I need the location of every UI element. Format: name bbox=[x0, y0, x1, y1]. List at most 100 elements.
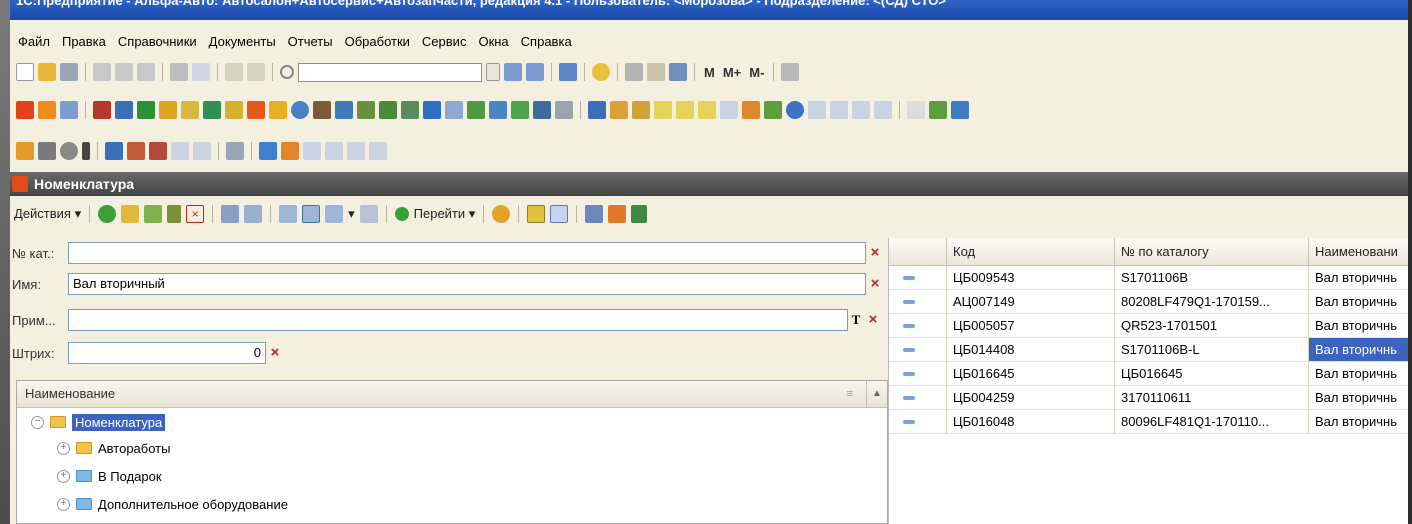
help-icon[interactable] bbox=[492, 205, 511, 223]
cut-icon[interactable] bbox=[93, 63, 111, 81]
column-header-icon[interactable] bbox=[889, 238, 947, 266]
toolbar-waybill3-icon[interactable] bbox=[874, 101, 892, 119]
toolbar-waybill-icon[interactable] bbox=[830, 101, 848, 119]
toolbar-tree-icon[interactable] bbox=[379, 101, 397, 119]
table-row[interactable]: ЦБ016048 80096LF481Q1-170110... Вал втор… bbox=[889, 410, 1408, 434]
list-view-icon[interactable] bbox=[585, 205, 604, 223]
menu-edit[interactable]: Правка bbox=[62, 34, 106, 49]
search-input[interactable] bbox=[298, 62, 482, 82]
table-row[interactable]: АЦ007149 80208LF479Q1-170159... Вал втор… bbox=[889, 290, 1408, 314]
toolbar-stamp-icon[interactable] bbox=[203, 101, 221, 119]
toolbar-arrow-icon[interactable] bbox=[259, 142, 277, 160]
toolbar-table-icon[interactable] bbox=[555, 101, 573, 119]
toolbar-register-icon[interactable] bbox=[226, 142, 244, 160]
toolbar-team-icon[interactable] bbox=[335, 101, 353, 119]
catalog-number-clear-button[interactable]: × bbox=[866, 243, 884, 263]
toolbar-chart-icon[interactable] bbox=[511, 101, 529, 119]
toolbar-journal-icon[interactable] bbox=[247, 101, 265, 119]
table-row[interactable]: ЦБ016645 ЦБ016645 Вал вторичнь bbox=[889, 362, 1408, 386]
toolbar-schet-icon[interactable] bbox=[303, 142, 321, 160]
toolbar-naklad-icon[interactable] bbox=[171, 142, 189, 160]
add-icon[interactable] bbox=[98, 205, 117, 223]
tree-node[interactable]: + Автоработы bbox=[57, 437, 170, 459]
up-level-icon[interactable] bbox=[244, 205, 263, 223]
toolbar-person-icon[interactable] bbox=[610, 101, 628, 119]
toolbar-gear-icon[interactable] bbox=[60, 142, 78, 160]
toolbar-arrival2-icon[interactable] bbox=[281, 142, 299, 160]
table-row[interactable]: ЦБ004259 3170110611 Вал вторичнь bbox=[889, 386, 1408, 410]
toolbar-user-icon[interactable] bbox=[313, 101, 331, 119]
note-type-button[interactable]: T bbox=[848, 310, 864, 330]
column-header-catalog[interactable]: № по каталогу bbox=[1115, 238, 1309, 266]
filter-dropdown-arrow[interactable]: ▾ bbox=[348, 206, 355, 222]
note-clear-button[interactable]: × bbox=[864, 310, 882, 330]
barcode-clear-button[interactable]: × bbox=[266, 343, 284, 363]
toolbar-pin-icon[interactable] bbox=[82, 142, 90, 160]
copy-icon[interactable] bbox=[115, 63, 133, 81]
toolbar-book-icon[interactable] bbox=[137, 101, 155, 119]
toolbar-dollar-icon[interactable] bbox=[225, 101, 243, 119]
catalog-number-input[interactable] bbox=[68, 242, 866, 264]
menu-processing[interactable]: Обработки bbox=[345, 34, 410, 49]
memory-plus-button[interactable]: M+ bbox=[723, 65, 741, 80]
add-group-icon[interactable] bbox=[121, 205, 140, 223]
expand-icon[interactable]: + bbox=[57, 497, 70, 511]
toolbar-naklad2-icon[interactable] bbox=[193, 142, 211, 160]
toolbar-doc-icon[interactable] bbox=[38, 101, 56, 119]
window-titlebar[interactable]: 1С:Предприятие - Альфа-Авто: Автосалон+А… bbox=[10, 0, 1408, 20]
goto-menu-button[interactable]: Перейти ▾ bbox=[414, 206, 476, 222]
toolbar-report-icon[interactable] bbox=[907, 101, 925, 119]
tree-view-icon[interactable] bbox=[527, 205, 546, 223]
toolbar-people2-icon[interactable] bbox=[588, 101, 606, 119]
toolbar-app-icon[interactable] bbox=[16, 101, 34, 119]
menu-file[interactable]: Файл bbox=[18, 34, 50, 49]
expand-icon[interactable]: + bbox=[57, 441, 70, 455]
toolbar-naklad5-icon[interactable] bbox=[369, 142, 387, 160]
tree-node[interactable]: + В Подарок bbox=[57, 465, 162, 487]
memory-minus-button[interactable]: M- bbox=[749, 65, 764, 80]
actions-menu-button[interactable]: Действия ▾ bbox=[14, 206, 81, 222]
copy-window-icon[interactable] bbox=[608, 205, 627, 223]
toolbar-tools2-icon[interactable] bbox=[127, 142, 145, 160]
new-icon[interactable] bbox=[16, 63, 34, 81]
toolbar-monitor-icon[interactable] bbox=[423, 101, 441, 119]
tree-node[interactable]: + Дополнительное оборудование bbox=[57, 493, 288, 515]
help-icon[interactable] bbox=[592, 63, 610, 81]
find-next-icon[interactable] bbox=[504, 63, 522, 81]
filter-icon[interactable] bbox=[279, 205, 298, 223]
calendar-icon[interactable] bbox=[647, 63, 665, 81]
toolbar-invoice2-icon[interactable] bbox=[808, 101, 826, 119]
percent-icon[interactable] bbox=[550, 205, 569, 223]
column-header-code[interactable]: Код bbox=[947, 238, 1115, 266]
toolbar-arrival-icon[interactable] bbox=[742, 101, 760, 119]
tools-icon[interactable] bbox=[781, 63, 800, 81]
toolbar-grid-icon[interactable] bbox=[929, 101, 947, 119]
toolbar-naklad4-icon[interactable] bbox=[347, 142, 365, 160]
price-icon[interactable] bbox=[631, 205, 648, 223]
toolbar-bank-icon[interactable] bbox=[93, 101, 111, 119]
back-icon[interactable] bbox=[225, 63, 243, 81]
delete-icon[interactable]: × bbox=[186, 205, 205, 223]
memory-m-button[interactable]: M bbox=[704, 65, 715, 80]
print-icon[interactable] bbox=[170, 63, 188, 81]
name-input[interactable]: Вал вторичный bbox=[68, 273, 866, 295]
menu-windows[interactable]: Окна bbox=[478, 34, 508, 49]
menu-help[interactable]: Справка bbox=[521, 34, 572, 49]
windows-icon[interactable] bbox=[559, 63, 577, 81]
toolbar-waybill2-icon[interactable] bbox=[852, 101, 870, 119]
clear-filter-icon[interactable] bbox=[359, 205, 378, 223]
toolbar-people-icon[interactable] bbox=[159, 101, 177, 119]
toolbar-bell-icon[interactable] bbox=[16, 142, 34, 160]
table-row-selected[interactable]: ЦБ014408 S1701106B-L Вал вторичнь bbox=[889, 338, 1408, 362]
toolbar-sort-icon[interactable] bbox=[632, 101, 650, 119]
menu-catalogs[interactable]: Справочники bbox=[118, 34, 197, 49]
tree-node-root[interactable]: − Номенклатура bbox=[31, 411, 166, 433]
toolbar-monitor2-icon[interactable] bbox=[105, 142, 123, 160]
dropdown-arrow-icon[interactable] bbox=[486, 63, 500, 81]
note-input[interactable] bbox=[68, 309, 848, 331]
toolbar-payment-icon[interactable] bbox=[720, 101, 738, 119]
toolbar-info-icon[interactable] bbox=[786, 101, 804, 119]
search-icon[interactable] bbox=[280, 65, 294, 79]
toolbar-list-icon[interactable] bbox=[269, 101, 287, 119]
toolbar-rko-icon[interactable] bbox=[676, 101, 694, 119]
